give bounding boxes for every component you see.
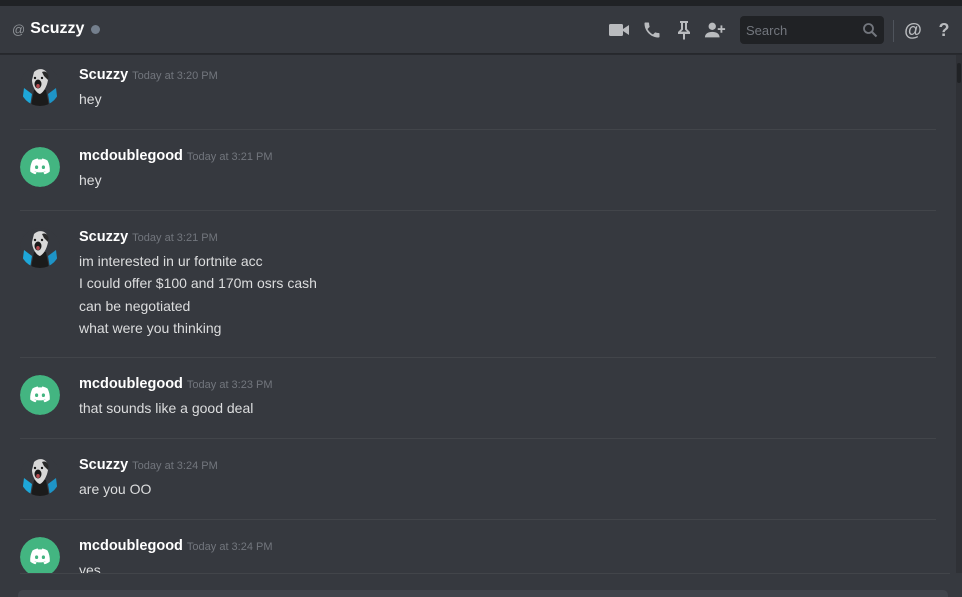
message-header: mcdoublegood Today at 3:24 PM — [79, 537, 273, 556]
pin-icon[interactable] — [673, 19, 695, 41]
message-body: that sounds like a good deal — [79, 397, 253, 419]
message-text: that sounds like a good deal — [79, 400, 254, 416]
message-text: I could offer $100 and 170m osrs cash — [79, 275, 317, 292]
message-header: Scuzzy Today at 3:20 PM — [79, 66, 218, 85]
avatar[interactable] — [20, 66, 60, 106]
search-icon[interactable] — [862, 22, 878, 43]
username[interactable]: Scuzzy — [79, 457, 128, 473]
channel-name[interactable]: Scuzzy — [30, 20, 84, 38]
header-divider — [893, 20, 894, 42]
message-text: hey — [79, 91, 102, 107]
timestamp: Today at 3:24 PM — [132, 460, 218, 472]
avatar[interactable] — [20, 537, 60, 573]
scrollbar-thumb[interactable] — [957, 63, 961, 83]
message-body: hey — [79, 169, 102, 191]
message-text: hey — [79, 172, 102, 188]
message-header: mcdoublegood Today at 3:23 PM — [79, 375, 273, 394]
scrollbar[interactable] — [956, 55, 962, 573]
message-divider — [20, 438, 936, 439]
username[interactable]: Scuzzy — [79, 67, 128, 83]
avatar[interactable] — [20, 228, 60, 268]
avatar[interactable] — [20, 456, 60, 496]
at-icon: @ — [12, 21, 26, 37]
message-text: can be negotiated — [79, 297, 191, 314]
add-friend-icon[interactable] — [704, 19, 726, 41]
help-icon[interactable]: ? — [933, 19, 955, 41]
message-body: im interested in ur fortnite acc I could… — [79, 250, 317, 339]
message-composer[interactable] — [18, 590, 948, 597]
message-header: mcdoublegood Today at 3:21 PM — [79, 147, 273, 166]
mention-icon[interactable]: @ — [902, 19, 924, 41]
timestamp: Today at 3:24 PM — [186, 541, 273, 553]
message-divider — [20, 357, 936, 358]
search-input[interactable] — [740, 16, 858, 44]
avatar[interactable] — [20, 375, 60, 415]
username[interactable]: Scuzzy — [79, 229, 128, 245]
composer-divider — [20, 573, 950, 574]
timestamp: Today at 3:23 PM — [186, 379, 273, 391]
channel-title-area: @ Scuzzy — [12, 20, 101, 38]
message-header: Scuzzy Today at 3:21 PM — [79, 228, 218, 247]
message-header: Scuzzy Today at 3:24 PM — [79, 456, 218, 475]
timestamp: Today at 3:21 PM — [132, 232, 218, 244]
message-divider — [20, 519, 936, 520]
message-divider — [20, 129, 936, 130]
username[interactable]: mcdoublegood — [79, 148, 183, 164]
message-body: yes — [79, 559, 101, 573]
message-divider — [20, 210, 936, 211]
search-box[interactable] — [740, 16, 884, 44]
message-list[interactable]: Scuzzy Today at 3:20 PM hey mcdoublegood T… — [0, 55, 956, 573]
video-call-icon[interactable] — [608, 19, 630, 41]
message-text: yes — [79, 562, 101, 573]
status-offline-icon — [91, 24, 101, 34]
voice-call-icon[interactable] — [641, 19, 663, 41]
message-body: are you OO — [79, 478, 151, 500]
avatar[interactable] — [20, 147, 60, 187]
username[interactable]: mcdoublegood — [79, 538, 183, 554]
message-text: im interested in ur fortnite acc — [79, 253, 263, 269]
channel-header: @ Scuzzy @ ? — [0, 6, 962, 54]
timestamp: Today at 3:20 PM — [132, 70, 218, 82]
username[interactable]: mcdoublegood — [79, 376, 183, 392]
message-text: are you OO — [79, 481, 152, 497]
message-text: what were you thinking — [79, 319, 222, 336]
timestamp: Today at 3:21 PM — [186, 151, 273, 163]
message-body: hey — [79, 88, 102, 110]
